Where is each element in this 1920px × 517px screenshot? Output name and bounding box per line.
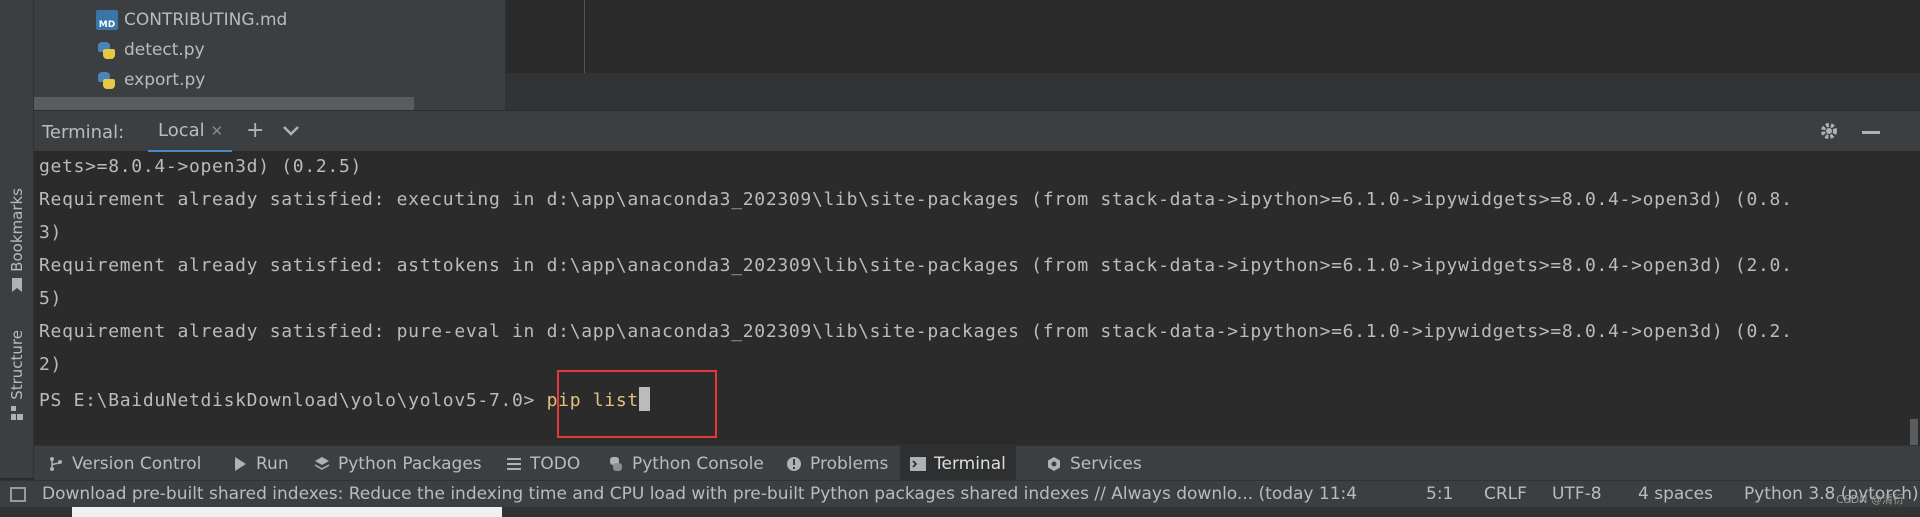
markdown-file-icon: MD bbox=[96, 10, 118, 30]
tree-item-label: export.py bbox=[124, 70, 206, 90]
status-message[interactable]: Download pre-built shared indexes: Reduc… bbox=[42, 484, 1357, 504]
gear-icon[interactable] bbox=[1819, 121, 1839, 141]
tree-item-contributing[interactable]: MD CONTRIBUTING.md bbox=[96, 8, 287, 32]
tab-label: Version Control bbox=[72, 453, 202, 474]
tree-item-detect[interactable]: detect.py bbox=[96, 38, 205, 62]
bookmarks-tab[interactable]: Bookmarks bbox=[2, 188, 32, 292]
structure-label: Structure bbox=[8, 330, 26, 400]
play-icon bbox=[235, 456, 246, 471]
services-icon bbox=[1048, 456, 1060, 471]
editor-gutter-line bbox=[584, 0, 585, 73]
tab-problems[interactable]: Problems bbox=[776, 446, 898, 481]
tree-item-label: detect.py bbox=[124, 40, 205, 60]
terminal-header: Terminal: Local ✕ + bbox=[34, 110, 1920, 153]
tool-window-bar: Version Control Run Python Packages TODO… bbox=[34, 445, 1920, 481]
branch-icon bbox=[50, 456, 62, 471]
tab-todo[interactable]: TODO bbox=[496, 446, 590, 481]
tab-run[interactable]: Run bbox=[222, 446, 299, 481]
python-icon bbox=[610, 456, 622, 471]
tab-python-console[interactable]: Python Console bbox=[598, 446, 774, 481]
bookmarks-label: Bookmarks bbox=[8, 188, 26, 272]
terminal-line: 5) bbox=[39, 288, 63, 309]
chevron-down-icon[interactable] bbox=[282, 125, 300, 137]
minimize-icon[interactable] bbox=[1862, 131, 1880, 134]
caret-position[interactable]: 5:1 bbox=[1426, 484, 1453, 504]
tree-item-label: CONTRIBUTING.md bbox=[124, 10, 288, 30]
info-icon bbox=[787, 456, 801, 471]
tab-terminal[interactable]: Terminal bbox=[900, 446, 1016, 481]
toggle-tool-windows-icon[interactable] bbox=[10, 487, 26, 502]
structure-icon bbox=[11, 405, 23, 420]
list-icon bbox=[507, 457, 521, 470]
tab-label: Terminal bbox=[934, 453, 1006, 474]
indent-setting[interactable]: 4 spaces bbox=[1638, 484, 1713, 504]
close-icon[interactable]: ✕ bbox=[211, 122, 224, 140]
tab-label: Services bbox=[1070, 453, 1142, 474]
terminal-line: Requirement already satisfied: asttokens… bbox=[39, 255, 1793, 276]
terminal-line: gets>=8.0.4->open3d) (0.2.5) bbox=[39, 156, 363, 177]
terminal-output[interactable]: gets>=8.0.4->open3d) (0.2.5) Requirement… bbox=[34, 152, 1920, 445]
terminal-icon bbox=[910, 456, 926, 471]
tab-label: TODO bbox=[530, 453, 581, 474]
terminal-line: Requirement already satisfied: pure-eval… bbox=[39, 321, 1793, 342]
tab-label: Python Packages bbox=[338, 453, 482, 474]
terminal-line: Requirement already satisfied: executing… bbox=[39, 189, 1793, 210]
command-highlight-box bbox=[557, 370, 717, 438]
bookmark-icon bbox=[12, 277, 22, 292]
tab-label: Run bbox=[256, 453, 289, 474]
layers-icon bbox=[314, 456, 330, 470]
editor-area[interactable] bbox=[506, 0, 1920, 73]
tree-item-export[interactable]: export.py bbox=[96, 68, 205, 92]
terminal-prompt: PS E:\BaiduNetdiskDownload\yolo\yolov5-7… bbox=[39, 390, 547, 411]
watermark: CSDN @清衍 bbox=[1836, 493, 1904, 506]
status-bar: Download pre-built shared indexes: Reduc… bbox=[0, 480, 1920, 507]
python-file-icon bbox=[96, 70, 118, 90]
new-tab-plus-icon[interactable]: + bbox=[246, 119, 264, 143]
tab-services[interactable]: Services bbox=[1036, 446, 1152, 481]
tab-local[interactable]: Local ✕ bbox=[148, 111, 232, 153]
editor-bottom-area bbox=[506, 73, 1920, 110]
tab-local-label: Local bbox=[158, 120, 205, 141]
project-tree: MD CONTRIBUTING.md detect.py export.py bbox=[34, 0, 506, 110]
tree-horizontal-scrollbar[interactable] bbox=[34, 97, 414, 110]
tab-label: Python Console bbox=[632, 453, 764, 474]
desktop-strip bbox=[0, 507, 1920, 517]
line-separator[interactable]: CRLF bbox=[1484, 484, 1527, 504]
file-encoding[interactable]: UTF-8 bbox=[1552, 484, 1602, 504]
python-file-icon bbox=[96, 40, 118, 60]
terminal-line: 3) bbox=[39, 222, 63, 243]
tab-version-control[interactable]: Version Control bbox=[38, 446, 211, 481]
terminal-vertical-scrollbar[interactable] bbox=[1908, 152, 1920, 445]
structure-tab[interactable]: Structure bbox=[2, 330, 32, 420]
tab-python-packages[interactable]: Python Packages bbox=[304, 446, 492, 481]
tab-label: Problems bbox=[810, 453, 889, 474]
terminal-line: 2) bbox=[39, 354, 63, 375]
terminal-title: Terminal: bbox=[42, 122, 125, 143]
left-tool-strip: Bookmarks Structure bbox=[0, 0, 34, 478]
